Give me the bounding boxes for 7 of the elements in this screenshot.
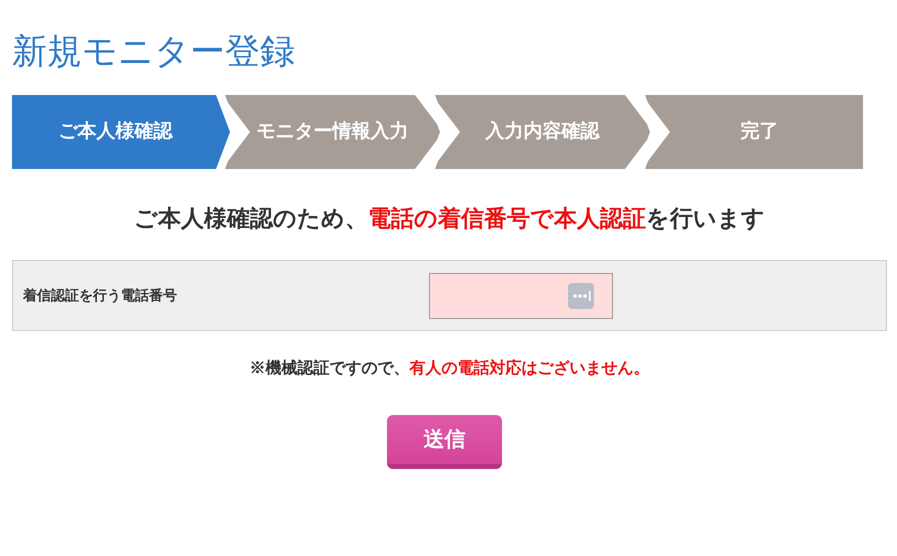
password-manager-icon[interactable]: [568, 282, 594, 308]
phone-input-field[interactable]: [429, 272, 613, 318]
heading: ご本人様確認のため、電話の着信番号で本人認証を行います: [134, 204, 765, 233]
field-label: 着信認証を行う電話番号: [23, 286, 178, 305]
page-title: 新規モニター登録: [12, 31, 295, 73]
notice-text: ※機械認証ですので、有人の電話対応はございません。: [250, 358, 650, 379]
submit-button[interactable]: 送信: [387, 415, 502, 469]
